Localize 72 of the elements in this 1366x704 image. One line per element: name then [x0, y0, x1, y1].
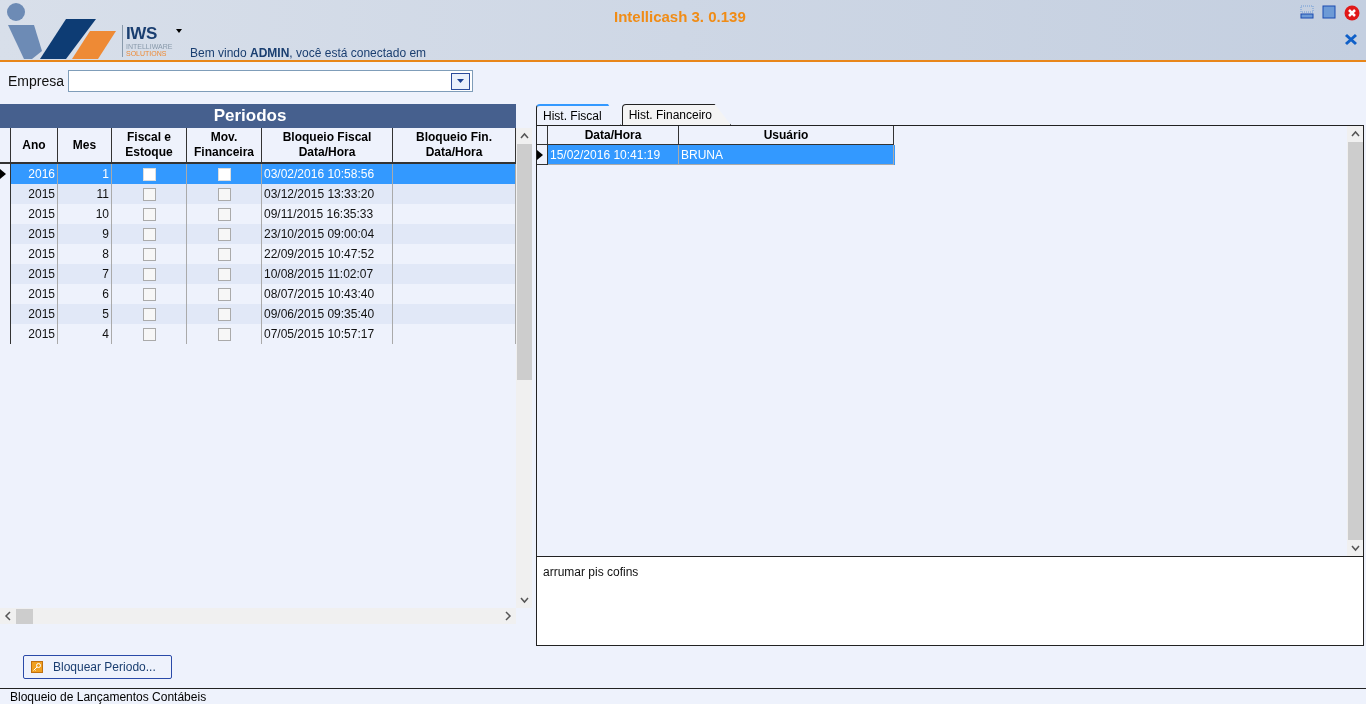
scrollbar-thumb[interactable] — [516, 144, 532, 380]
close-icon[interactable] — [1344, 33, 1358, 46]
table-cell-text: 6 — [102, 286, 109, 303]
table-cell-text: 15/02/2016 10:41:19 — [550, 146, 661, 164]
table-row[interactable]: 2015 11 03/12/2015 13:33:20 — [0, 184, 516, 204]
table-cell-text: 08/07/2015 10:43:40 — [264, 286, 375, 303]
table-cell-text: 07/05/2015 10:57:17 — [264, 326, 375, 343]
close-icon[interactable] — [1344, 5, 1360, 21]
table-cell-text: 1 — [102, 166, 109, 183]
welcome-text: Bem vindo ADMIN, você está conectado em — [190, 45, 427, 62]
checkbox[interactable] — [142, 247, 156, 261]
table-row[interactable]: 2015 5 09/06/2015 09:35:40 — [0, 304, 516, 324]
table-cell-text: 2015 — [28, 246, 55, 263]
note-text-area[interactable]: arrumar pis cofins — [536, 556, 1364, 646]
table-cell-text: 4 — [102, 326, 109, 343]
dropdown-button[interactable] — [451, 72, 471, 90]
checkbox[interactable] — [217, 187, 231, 201]
table-cell-text: 5 — [102, 306, 109, 323]
key-icon — [31, 661, 43, 673]
field-label: Empresa — [8, 71, 65, 91]
logo-icon — [4, 1, 116, 59]
table-cell-text: 2015 — [28, 186, 55, 203]
checkbox[interactable] — [142, 187, 156, 201]
checkbox[interactable] — [142, 227, 156, 241]
checkbox[interactable] — [142, 267, 156, 281]
table-cell-text: 03/02/2016 10:58:56 — [264, 166, 375, 183]
table-row[interactable]: 2015 7 10/08/2015 11:02:07 — [0, 264, 516, 284]
table-cell-text: 22/09/2015 10:47:52 — [264, 246, 375, 263]
horizontal-scrollbar[interactable] — [0, 608, 516, 624]
table-cell-text: 10/08/2015 11:02:07 — [264, 266, 374, 283]
checkbox[interactable] — [217, 207, 231, 221]
vertical-scrollbar[interactable] — [516, 128, 532, 608]
checkbox[interactable] — [217, 267, 231, 281]
table-cell-text: 9 — [102, 226, 109, 243]
checkbox[interactable] — [142, 327, 156, 341]
checkbox[interactable] — [217, 327, 231, 341]
table-cell-text: 03/12/2015 13:33:20 — [264, 186, 375, 203]
checkbox[interactable] — [142, 287, 156, 301]
table-cell-text: 11 — [96, 186, 109, 203]
checkbox[interactable] — [217, 227, 231, 241]
current-row-icon — [537, 149, 543, 160]
table-cell-text: 2015 — [28, 226, 55, 243]
table-cell-text: 2015 — [28, 286, 55, 303]
lock-period-button[interactable]: Bloquear Periodo... — [23, 655, 172, 679]
table-cell-text: 23/10/2015 09:00:04 — [264, 226, 375, 243]
table-row[interactable]: 2015 9 23/10/2015 09:00:04 — [0, 224, 516, 244]
maximize-icon[interactable] — [1322, 5, 1336, 19]
tab[interactable]: Hist. Fiscal — [536, 104, 621, 125]
window-title: Intellicash 3. 0.139 — [614, 7, 746, 27]
table-cell-text: 09/11/2015 16:35:33 — [264, 206, 374, 223]
minimize-icon[interactable] — [1300, 5, 1314, 19]
table-cell-text: 8 — [102, 246, 109, 263]
logo-text: IWS — [126, 25, 158, 42]
table-cell-text: 10 — [95, 206, 109, 223]
table-cell-text: 7 — [102, 266, 109, 283]
caret-icon — [457, 79, 465, 83]
checkbox[interactable] — [217, 307, 231, 321]
dropdown-caret-icon[interactable] — [176, 29, 182, 33]
table-cell-text: BRUNA — [681, 146, 723, 164]
table-cell-text: 2015 — [28, 206, 55, 223]
checkbox[interactable] — [142, 207, 156, 221]
current-row-icon — [0, 169, 6, 179]
table-cell-text: 2015 — [28, 306, 55, 323]
checkbox[interactable] — [142, 307, 156, 321]
table-cell-text: 09/06/2015 09:35:40 — [264, 306, 375, 323]
checkbox[interactable] — [217, 287, 231, 301]
tab[interactable]: Hist. Financeiro — [621, 104, 732, 125]
table-cell-text: 2015 — [28, 266, 55, 283]
checkbox[interactable] — [217, 247, 231, 261]
table-cell-text: 2016 — [28, 166, 55, 183]
scrollbar-thumb[interactable] — [16, 608, 33, 624]
table-cell-text: 2015 — [28, 326, 55, 343]
